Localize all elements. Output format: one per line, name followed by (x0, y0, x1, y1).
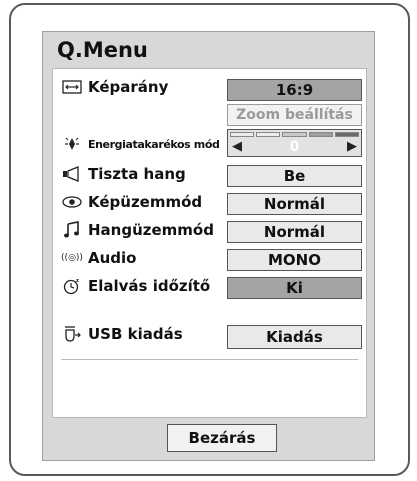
menu-divider (61, 359, 358, 360)
sound-mode-label: Hangüzemmód (61, 221, 214, 239)
picture-mode-label: Képüzemmód (61, 193, 202, 211)
arrow-right-icon[interactable]: ▶ (347, 139, 357, 155)
sleep-timer-icon: z (61, 277, 83, 295)
aspect-ratio-icon (61, 78, 83, 96)
q-menu-panel: Q.Menu Képarány 16:9 Zoom beállítás Ener… (42, 31, 375, 461)
audio-icon: ((◎)) (61, 253, 83, 263)
energy-saving-value: 0 (289, 139, 300, 155)
svg-text:z: z (76, 278, 79, 284)
zoom-settings-button: Zoom beállítás (227, 104, 362, 126)
music-note-icon (61, 221, 83, 239)
audio-label: ((◎)) Audio (61, 249, 137, 267)
energy-saving-slider[interactable]: ◀ 0 ▶ (227, 129, 362, 157)
energy-level-scale (230, 132, 360, 137)
usb-eject-icon (61, 325, 83, 343)
sleep-timer-value[interactable]: Ki (227, 277, 362, 299)
picture-mode-value[interactable]: Normál (227, 193, 362, 215)
usb-eject-button[interactable]: Kiadás (227, 325, 362, 349)
close-button[interactable]: Bezárás (167, 424, 277, 452)
audio-value[interactable]: MONO (227, 249, 362, 271)
energy-saving-icon (61, 135, 83, 153)
aspect-ratio-label: Képarány (61, 78, 168, 96)
clear-voice-icon (61, 165, 83, 183)
usb-eject-label: USB kiadás (61, 325, 183, 343)
energy-saving-label: Energiatakarékos mód (61, 135, 220, 153)
eye-icon (61, 193, 83, 211)
sound-mode-value[interactable]: Normál (227, 221, 362, 243)
clear-voice-value[interactable]: Be (227, 165, 362, 187)
menu-options-list: Képarány 16:9 Zoom beállítás Energiataka… (52, 68, 367, 418)
aspect-ratio-value[interactable]: 16:9 (227, 79, 362, 101)
sleep-timer-label: z Elalvás időzítő (61, 277, 210, 295)
menu-title: Q.Menu (57, 38, 148, 62)
clear-voice-label: Tiszta hang (61, 165, 186, 183)
